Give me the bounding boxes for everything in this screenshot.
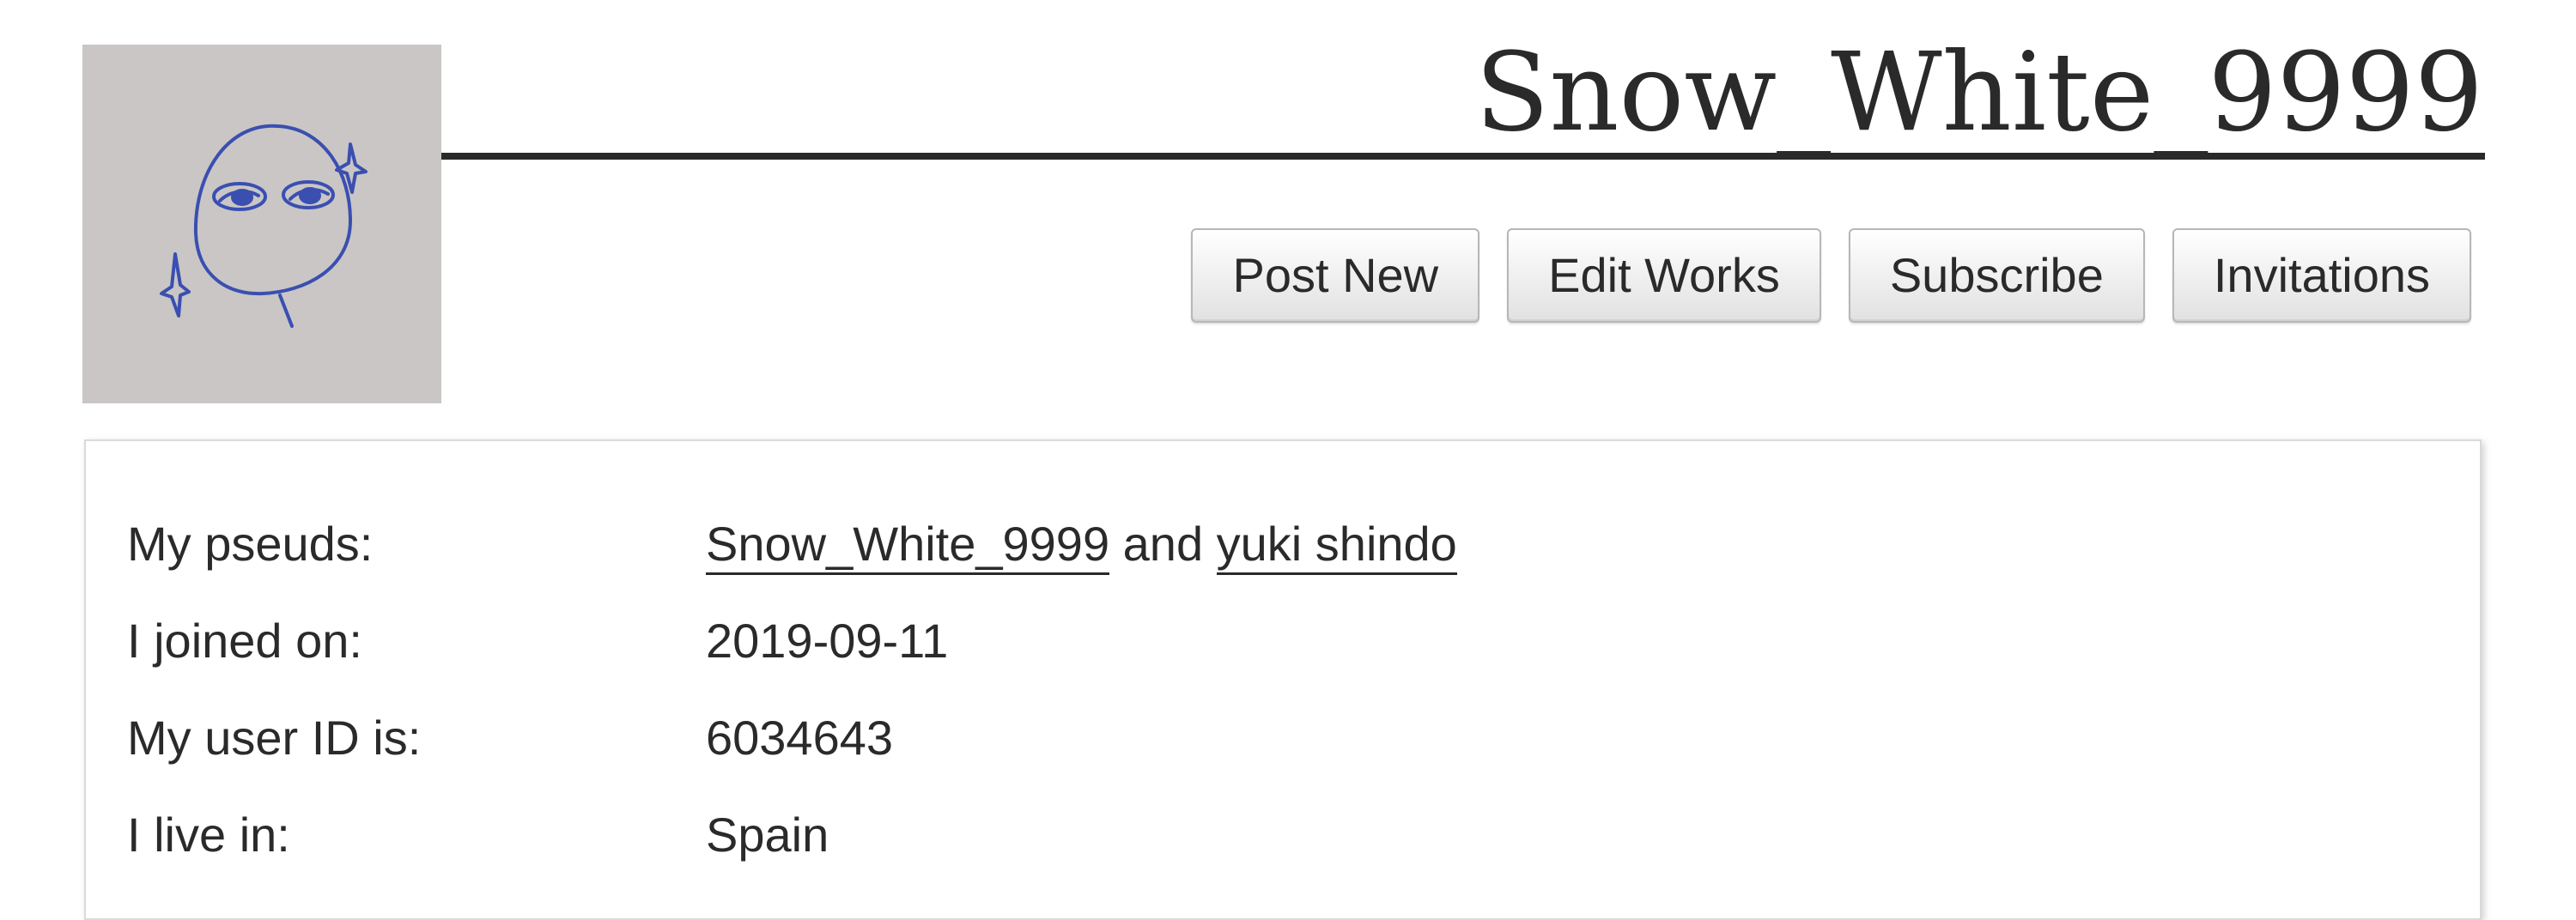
subscribe-button[interactable]: Subscribe: [1848, 228, 2145, 323]
location-label: I live in:: [127, 808, 290, 862]
user-profile-page: Snow_White_9999 Post New Edit Works Subs…: [0, 0, 2576, 920]
profile-actions-toolbar: Post New Edit Works Subscribe Invitation…: [1191, 228, 2471, 323]
user-id-row: My user ID is: 6034643: [127, 704, 2445, 772]
user-id-label: My user ID is:: [127, 711, 422, 765]
location-value: Spain: [706, 808, 829, 862]
invitations-button[interactable]: Invitations: [2172, 228, 2471, 323]
heading-divider: [441, 153, 2485, 160]
edit-works-button[interactable]: Edit Works: [1507, 228, 1821, 323]
profile-username-heading: Snow_White_9999: [1475, 29, 2483, 155]
profile-meta-panel: My pseuds: Snow_White_9999 and yuki shin…: [84, 439, 2482, 920]
hand-drawn-egg-face-icon: [82, 45, 441, 403]
pseuds-joiner: and: [1122, 517, 1204, 571]
user-avatar[interactable]: [82, 45, 441, 403]
pseuds-value: Snow_White_9999 and yuki shindo: [706, 510, 1457, 578]
joined-date: 2019-09-11: [706, 614, 949, 668]
pseud-link-yuki-shindo[interactable]: yuki shindo: [1216, 517, 1457, 575]
user-id-value: 6034643: [706, 711, 894, 765]
joined-row: I joined on: 2019-09-11: [127, 607, 2445, 675]
pseud-link-snow-white[interactable]: Snow_White_9999: [706, 517, 1110, 575]
location-row: I live in: Spain: [127, 801, 2445, 869]
pseuds-label: My pseuds:: [127, 517, 374, 571]
post-new-button[interactable]: Post New: [1191, 228, 1480, 323]
joined-label: I joined on:: [127, 614, 362, 668]
pseuds-row: My pseuds: Snow_White_9999 and yuki shin…: [127, 510, 2445, 578]
